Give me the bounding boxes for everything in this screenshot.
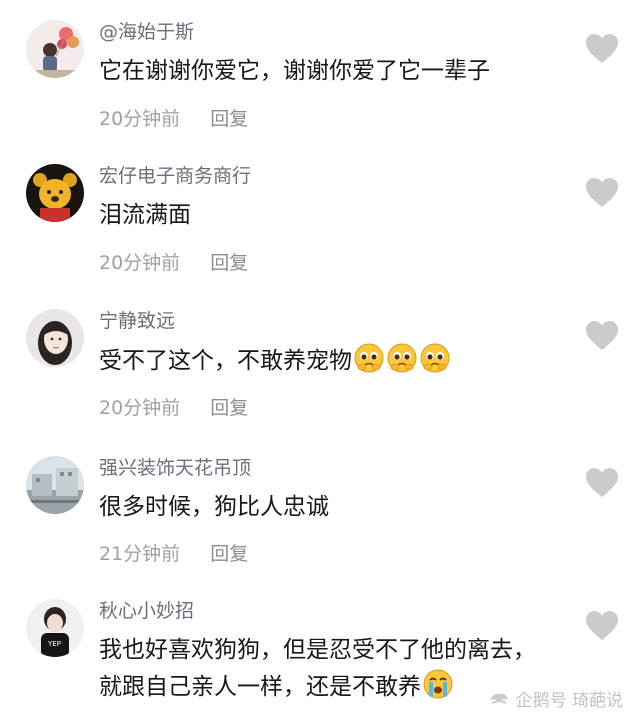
comment-text-content: 就跟自己亲人一样，还是不敢养 <box>99 674 421 700</box>
reply-button[interactable]: 回复 <box>210 252 248 274</box>
comment-meta: 20分钟前 回复 <box>99 393 248 420</box>
username[interactable]: 强兴装饰天花吊顶 <box>99 456 251 480</box>
user-avatar[interactable] <box>26 20 84 78</box>
reply-button[interactable]: 回复 <box>210 543 248 565</box>
comment-text: 它在谢谢你爱它，谢谢你爱了它一辈子 <box>99 58 490 84</box>
comment-meta: 20分钟前 回复 <box>99 104 248 131</box>
pleading-face-emoji <box>386 342 418 374</box>
heart-icon[interactable] <box>586 468 618 498</box>
reply-button[interactable]: 回复 <box>210 397 248 419</box>
timestamp: 21分钟前 <box>99 543 181 565</box>
comment-meta: 20分钟前 回复 <box>99 248 248 275</box>
heart-icon[interactable] <box>586 178 618 208</box>
comment-text: 受不了这个，不敢养宠物 <box>99 342 451 379</box>
timestamp: 20分钟前 <box>99 108 181 130</box>
comment-text: 我也好喜欢狗狗，但是忍受不了他的离去， 就跟自己亲人一样，还是不敢养 <box>99 632 536 705</box>
comment-text-line: 就跟自己亲人一样，还是不敢养 <box>99 668 536 705</box>
penguin-logo-icon <box>488 690 510 708</box>
username[interactable]: 宏仔电子商务商行 <box>99 164 251 188</box>
comment-text-content: 受不了这个，不敢养宠物 <box>99 348 352 374</box>
timestamp: 20分钟前 <box>99 252 181 274</box>
pleading-face-emoji <box>353 342 385 374</box>
comment-text: 泪流满面 <box>99 202 191 228</box>
comment-text-line: 我也好喜欢狗狗，但是忍受不了他的离去， <box>99 637 536 663</box>
svg-text:YEP: YEP <box>47 640 61 648</box>
username[interactable]: 宁静致远 <box>99 309 175 333</box>
user-avatar[interactable] <box>26 309 84 367</box>
heart-icon[interactable] <box>586 321 618 351</box>
user-avatar[interactable] <box>26 164 84 222</box>
watermark: 企鹅号 琦葩说 <box>488 686 623 711</box>
username[interactable]: @海始于斯 <box>99 20 194 44</box>
comment-text: 很多时候，狗比人忠诚 <box>99 494 329 520</box>
reply-button[interactable]: 回复 <box>210 108 248 130</box>
username[interactable]: 秋心小妙招 <box>99 599 194 623</box>
pleading-face-emoji <box>419 342 451 374</box>
timestamp: 20分钟前 <box>99 397 181 419</box>
user-avatar[interactable] <box>26 456 84 514</box>
user-avatar[interactable]: YEP <box>26 599 84 657</box>
heart-icon[interactable] <box>586 611 618 641</box>
comment-meta: 21分钟前 回复 <box>99 539 248 566</box>
watermark-text: 企鹅号 琦葩说 <box>515 691 623 711</box>
crying-face-emoji <box>422 668 454 700</box>
heart-icon[interactable] <box>586 34 618 64</box>
